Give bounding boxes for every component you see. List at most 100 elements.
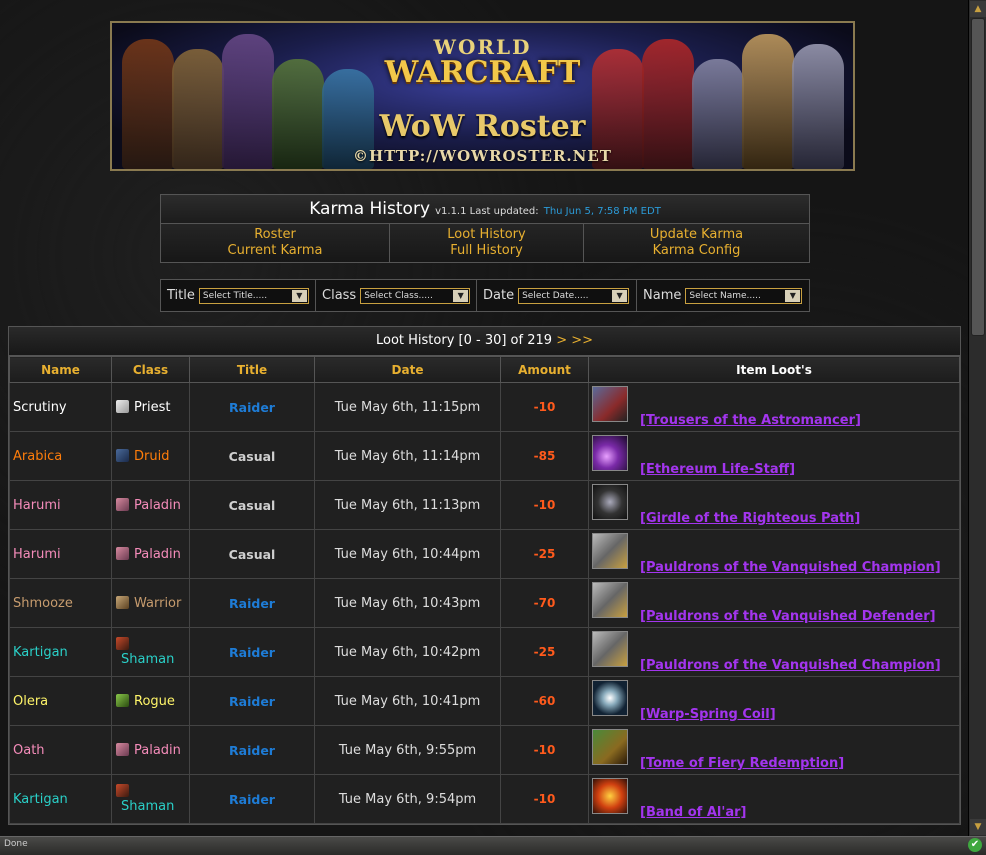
member-name[interactable]: Oath	[9, 725, 112, 775]
banner-site-url: ©HTTP://WOWROSTER.NET	[353, 147, 612, 165]
loot-date: Tue May 6th, 9:54pm	[314, 774, 501, 824]
member-class-cell: Paladin	[111, 480, 190, 530]
loot-history-table-container: Loot History [0 - 30] of 219 > >> Name C…	[8, 326, 961, 825]
update-karma-link[interactable]: Update Karma	[584, 227, 809, 243]
item-icon[interactable]	[592, 533, 628, 569]
item-icon[interactable]	[592, 386, 628, 422]
item-link[interactable]: [Trousers of the Astromancer]	[640, 413, 861, 428]
item-link[interactable]: [Ethereum Life-Staff]	[640, 462, 795, 477]
item-loot-cell: [Tome of Fiery Redemption]	[588, 725, 960, 775]
member-title: Raider	[189, 725, 315, 775]
loot-date: Tue May 6th, 11:13pm	[314, 480, 501, 530]
table-row: Kartigan Shaman Raider Tue May 6th, 9:54pm -…	[9, 774, 960, 824]
name-filter: Name Select Name..... ▼	[637, 280, 809, 311]
druid-class-icon	[116, 448, 129, 462]
scroll-down-icon[interactable]: ▼	[970, 819, 986, 835]
class-filter: Class Select Class..... ▼	[316, 280, 477, 311]
vertical-scrollbar[interactable]: ▲ ▼	[968, 0, 986, 836]
member-name[interactable]: Harumi	[9, 480, 112, 530]
table-row: Scrutiny Priest Raider Tue May 6th, 11:15pm…	[9, 382, 960, 432]
member-title: Casual	[189, 431, 315, 481]
item-icon[interactable]	[592, 680, 628, 716]
loot-date: Tue May 6th, 11:14pm	[314, 431, 501, 481]
karma-config-link[interactable]: Karma Config	[584, 243, 809, 259]
menu-header: Karma History v1.1.1 Last updated: Thu J…	[161, 195, 809, 224]
item-icon[interactable]	[592, 435, 628, 471]
table-row: Oath Paladin Raider Tue May 6th, 9:55pm -10 […	[9, 725, 960, 775]
item-loot-cell: [Pauldrons of the Vanquished Champion]	[588, 529, 960, 579]
item-link[interactable]: [Pauldrons of the Vanquished Defender]	[640, 609, 936, 624]
member-class: Priest	[134, 399, 171, 415]
item-loot-cell: [Trousers of the Astromancer]	[588, 382, 960, 432]
item-link[interactable]: [Warp-Spring Coil]	[640, 707, 776, 722]
shaman-class-icon	[116, 637, 129, 650]
menu-cell-karma: Update Karma Karma Config	[584, 224, 809, 262]
member-name[interactable]: Scrutiny	[9, 382, 112, 432]
wow-logo: WORLD WARCRAFT	[383, 37, 583, 89]
member-class-cell: Druid	[111, 431, 190, 481]
member-name[interactable]: Shmooze	[9, 578, 112, 628]
scrollbar-thumb[interactable]	[971, 18, 985, 336]
loot-date: Tue May 6th, 11:15pm	[314, 382, 501, 432]
loot-history-link[interactable]: Loot History	[390, 227, 583, 243]
member-name[interactable]: Kartigan	[9, 774, 112, 824]
roster-link[interactable]: Roster	[161, 227, 389, 243]
item-loot-cell: [Pauldrons of the Vanquished Defender]	[588, 578, 960, 628]
loot-date: Tue May 6th, 9:55pm	[314, 725, 501, 775]
item-link[interactable]: [Tome of Fiery Redemption]	[640, 756, 844, 771]
scroll-up-icon[interactable]: ▲	[970, 1, 986, 17]
col-header-amount[interactable]: Amount	[500, 356, 589, 383]
item-loot-cell: [Band of Al'ar]	[588, 774, 960, 824]
member-class: Warrior	[134, 595, 182, 611]
logo-world-text: WORLD	[433, 35, 532, 59]
member-class: Shaman	[121, 652, 175, 667]
wowroster-banner: WORLD WARCRAFT WoW Roster ©HTTP://WOWROS…	[110, 21, 855, 171]
next-page-link[interactable]: > >>	[556, 333, 593, 348]
loot-history-range: Loot History [0 - 30] of 219	[375, 333, 553, 348]
dropdown-arrow-icon: ▼	[291, 289, 307, 302]
item-icon[interactable]	[592, 778, 628, 814]
member-title: Casual	[189, 529, 315, 579]
dropdown-arrow-icon: ▼	[612, 289, 628, 302]
member-title: Casual	[189, 480, 315, 530]
item-icon[interactable]	[592, 729, 628, 765]
col-header-title[interactable]: Title	[189, 356, 315, 383]
item-icon[interactable]	[592, 631, 628, 667]
item-link[interactable]: [Pauldrons of the Vanquished Champion]	[640, 560, 941, 575]
member-class-cell: Rogue	[111, 676, 190, 726]
col-header-date[interactable]: Date	[314, 356, 501, 383]
member-name[interactable]: Arabica	[9, 431, 112, 481]
member-class-cell: Paladin	[111, 725, 190, 775]
member-name[interactable]: Kartigan	[9, 627, 112, 677]
member-class-cell: Shaman	[111, 774, 190, 824]
col-header-name[interactable]: Name	[9, 356, 112, 383]
item-link[interactable]: [Pauldrons of the Vanquished Champion]	[640, 658, 941, 673]
date-select[interactable]: Select Date..... ▼	[518, 287, 630, 304]
dropdown-arrow-icon: ▼	[785, 289, 801, 302]
item-icon[interactable]	[592, 582, 628, 618]
name-select[interactable]: Select Name..... ▼	[685, 287, 803, 304]
loot-date: Tue May 6th, 10:42pm	[314, 627, 501, 677]
dropdown-arrow-icon: ▼	[453, 289, 469, 302]
member-class-cell: Paladin	[111, 529, 190, 579]
class-select-value: Select Class.....	[364, 290, 433, 301]
class-select[interactable]: Select Class..... ▼	[360, 287, 471, 304]
member-class: Paladin	[134, 546, 181, 562]
item-icon[interactable]	[592, 484, 628, 520]
member-name[interactable]: Olera	[9, 676, 112, 726]
item-link[interactable]: [Band of Al'ar]	[640, 805, 746, 820]
table-row: Arabica Druid Casual Tue May 6th, 11:14pm -8…	[9, 431, 960, 481]
class-filter-label: Class	[322, 288, 357, 303]
current-karma-link[interactable]: Current Karma	[161, 243, 389, 259]
item-loot-cell: [Warp-Spring Coil]	[588, 676, 960, 726]
full-history-link[interactable]: Full History	[390, 243, 583, 259]
col-header-class[interactable]: Class	[111, 356, 190, 383]
priest-class-icon	[116, 399, 129, 413]
loot-history-body: Scrutiny Priest Raider Tue May 6th, 11:15pm…	[9, 382, 960, 824]
item-link[interactable]: [Girdle of the Righteous Path]	[640, 511, 860, 526]
member-title: Raider	[189, 627, 315, 677]
title-select[interactable]: Select Title..... ▼	[198, 287, 309, 304]
shaman-class-icon	[116, 784, 129, 797]
item-loot-cell: [Pauldrons of the Vanquished Champion]	[588, 627, 960, 677]
member-name[interactable]: Harumi	[9, 529, 112, 579]
